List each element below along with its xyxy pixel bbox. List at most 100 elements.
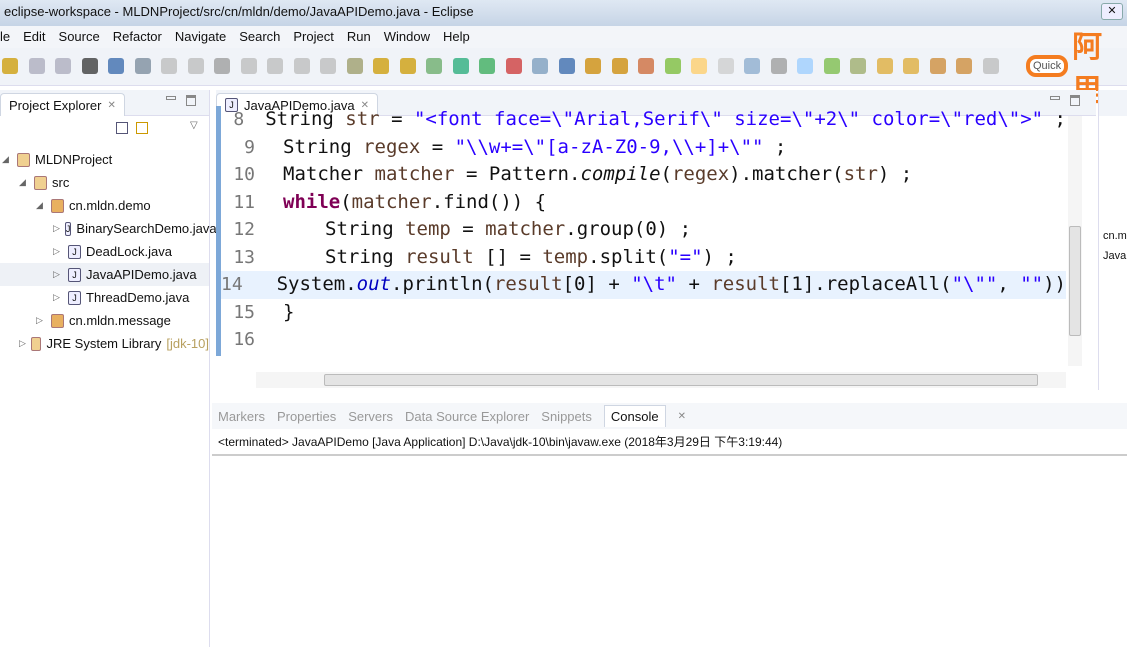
maximize-icon[interactable] [1070, 95, 1080, 106]
scroll-thumb[interactable] [324, 374, 1038, 386]
tab-data-source-explorer[interactable]: Data Source Explorer [405, 409, 529, 424]
vertical-scrollbar[interactable] [1068, 116, 1082, 366]
toolbar-button[interactable] [823, 58, 840, 74]
toolbar-button[interactable] [346, 58, 363, 74]
scroll-thumb[interactable] [1069, 226, 1081, 336]
code-area[interactable]: 8 String str = "<font face=\"Arial,Serif\… [216, 106, 1066, 356]
code-token: = [420, 135, 455, 158]
menu-navigate[interactable]: Navigate [175, 29, 226, 48]
twisty-icon[interactable]: ◢ [19, 177, 29, 188]
tab-markers[interactable]: Markers [218, 409, 265, 424]
tab-project-explorer[interactable]: Project Explorer ✕ [0, 93, 125, 116]
tree-item-label: DeadLock.java [86, 244, 172, 259]
twisty-icon[interactable]: ◢ [2, 154, 12, 165]
toolbar-button[interactable] [214, 58, 230, 74]
tree-item[interactable]: ▷ JRE System Library [jdk-10] [0, 332, 209, 355]
quick-access[interactable]: Quick 阿里 [1026, 30, 1127, 109]
link-editor-icon[interactable] [136, 122, 148, 134]
close-icon[interactable]: ✕ [678, 411, 686, 422]
toolbar-button[interactable] [2, 58, 18, 74]
toolbar-button[interactable] [399, 58, 416, 74]
tree-item[interactable]: ▷ J BinarySearchDemo.java [0, 217, 217, 240]
toolbar-button[interactable] [505, 58, 522, 74]
toolbar-button[interactable] [770, 58, 787, 74]
toolbar-button[interactable] [611, 58, 628, 74]
toolbar-button[interactable] [691, 58, 707, 74]
outline-item[interactable]: cn.m [1099, 226, 1127, 246]
menu-project[interactable]: Project [293, 29, 333, 48]
minimize-icon[interactable] [1050, 96, 1060, 100]
toolbar-button[interactable] [876, 58, 893, 74]
toolbar-button[interactable] [240, 58, 257, 74]
toolbar-button[interactable] [293, 58, 310, 74]
tree-item[interactable]: ◢ cn.mldn.demo [0, 194, 209, 217]
toolbar-button[interactable] [744, 58, 760, 74]
tree-item[interactable]: ◢ MLDNProject [0, 148, 209, 171]
tree-item[interactable]: ◢ src [0, 171, 209, 194]
toolbar-button[interactable] [134, 58, 151, 74]
twisty-icon[interactable]: ▷ [19, 338, 26, 349]
toolbar-button[interactable] [532, 58, 548, 74]
toolbar-button[interactable] [28, 58, 45, 74]
tree-item[interactable]: ▷ J DeadLock.java [0, 240, 209, 263]
tab-properties[interactable]: Properties [277, 409, 336, 424]
toolbar-button[interactable] [55, 58, 71, 74]
tree-item[interactable]: ▷ cn.mldn.message [0, 309, 209, 332]
toolbar-button[interactable] [161, 58, 177, 74]
collapse-all-icon[interactable] [116, 122, 128, 134]
twisty-icon[interactable]: ▷ [53, 292, 63, 303]
toolbar-button[interactable] [850, 58, 866, 74]
toolbar-button[interactable] [797, 58, 813, 74]
toolbar-button[interactable] [479, 58, 495, 74]
toolbar-button[interactable] [187, 58, 204, 74]
toolbar-button[interactable] [903, 58, 919, 74]
line-number: 13 [233, 246, 255, 268]
horizontal-scrollbar[interactable] [256, 372, 1066, 388]
minimize-icon[interactable] [166, 96, 176, 100]
outline-item[interactable]: Java [1099, 246, 1127, 266]
twisty-icon[interactable]: ◢ [36, 200, 46, 211]
twisty-icon[interactable]: ▷ [53, 223, 60, 234]
quick-access-input[interactable]: Quick [1026, 55, 1069, 77]
toolbar-button[interactable] [585, 58, 601, 74]
toolbar-button[interactable] [982, 58, 999, 74]
toolbar-button[interactable] [108, 58, 124, 74]
tab-console[interactable]: Console [603, 405, 666, 427]
tab-snippets[interactable]: Snippets [541, 409, 592, 424]
tab-servers[interactable]: Servers [348, 409, 393, 424]
code-token: regex [363, 135, 421, 158]
menu-refactor[interactable]: Refactor [113, 29, 162, 48]
code-token: result [711, 273, 780, 295]
toolbar-button[interactable] [320, 58, 336, 74]
menu-edit[interactable]: Edit [23, 29, 45, 48]
toolbar-button[interactable] [956, 58, 972, 74]
menu-window[interactable]: Window [384, 29, 430, 48]
toolbar-button[interactable] [452, 58, 469, 74]
code-token: ; [763, 135, 787, 158]
toolbar-button[interactable] [717, 58, 734, 74]
toolbar-button[interactable] [638, 58, 654, 74]
tree-item[interactable]: ▷ J ThreadDemo.java [0, 286, 209, 309]
toolbar-button[interactable] [664, 58, 681, 74]
view-menu-icon[interactable]: ▽ [190, 120, 198, 131]
tree-item[interactable]: ▷ J JavaAPIDemo.java [0, 263, 209, 286]
menu-run[interactable]: Run [347, 29, 371, 48]
maximize-icon[interactable] [186, 95, 196, 106]
toolbar-button[interactable] [81, 58, 98, 74]
toolbar-button[interactable] [558, 58, 575, 74]
twisty-icon[interactable]: ▷ [36, 315, 46, 326]
close-window-button[interactable]: ✕ [1101, 3, 1123, 20]
twisty-icon[interactable]: ▷ [53, 246, 63, 257]
library-icon [31, 336, 42, 351]
menu-source[interactable]: Source [59, 29, 100, 48]
close-icon[interactable]: ✕ [107, 100, 115, 111]
menu-help[interactable]: Help [443, 29, 470, 48]
menu-le[interactable]: le [0, 29, 10, 48]
toolbar-button[interactable] [929, 58, 946, 74]
menu-search[interactable]: Search [239, 29, 280, 48]
toolbar-button[interactable] [373, 58, 389, 74]
console-output[interactable] [212, 456, 1127, 646]
toolbar-button[interactable] [426, 58, 442, 74]
toolbar-button[interactable] [267, 58, 283, 74]
twisty-icon[interactable]: ▷ [53, 269, 63, 280]
